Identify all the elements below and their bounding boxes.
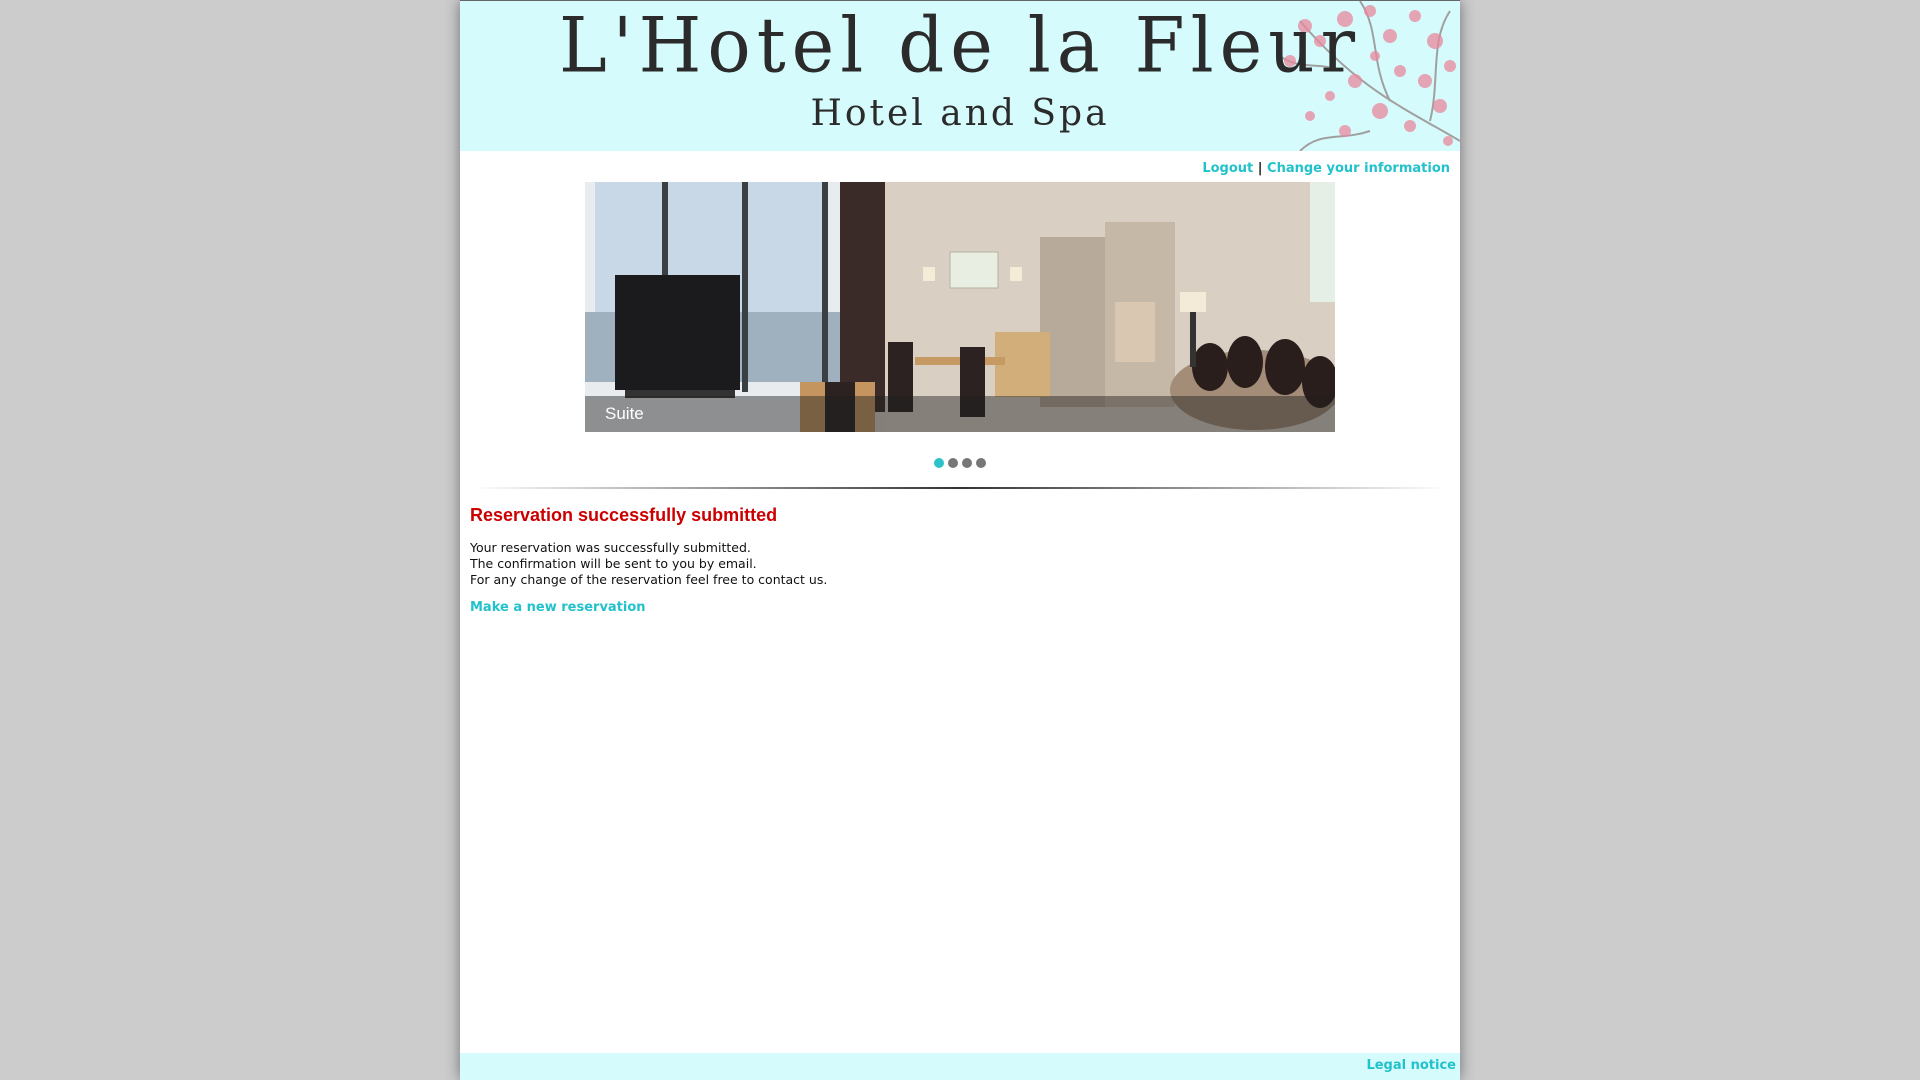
- confirmation-line-2: The confirmation will be sent to you by …: [470, 556, 757, 571]
- site-footer: Legal notice: [460, 1053, 1460, 1080]
- suite-photo: [585, 182, 1335, 432]
- site-header: L'Hotel de la Fleur Hotel and Spa: [460, 0, 1460, 151]
- logout-link[interactable]: Logout: [1202, 161, 1253, 176]
- site-title: L'Hotel de la Fleur: [558, 0, 1361, 90]
- legal-notice-link[interactable]: Legal notice: [1366, 1058, 1456, 1073]
- confirmation-section: Reservation successfully submitted Your …: [470, 505, 1450, 615]
- confirmation-line-1: Your reservation was successfully submit…: [470, 540, 751, 555]
- site-subtitle: Hotel and Spa: [810, 93, 1110, 134]
- link-separator: |: [1257, 161, 1263, 176]
- slider-dot-4[interactable]: [976, 458, 986, 468]
- confirmation-heading: Reservation successfully submitted: [470, 505, 778, 525]
- page-container: L'Hotel de la Fleur Hotel and Spa Logout…: [460, 0, 1460, 1080]
- slider-dot-2[interactable]: [948, 458, 958, 468]
- slider-dot-1[interactable]: [934, 458, 944, 468]
- confirmation-message: Your reservation was successfully submit…: [470, 540, 1450, 588]
- slider-dot-3[interactable]: [962, 458, 972, 468]
- slide-caption: Suite: [585, 396, 1335, 432]
- change-information-link[interactable]: Change your information: [1267, 161, 1450, 176]
- content-divider: [472, 487, 1448, 489]
- slider-pagination: [460, 458, 1460, 468]
- confirmation-line-3: For any change of the reservation feel f…: [470, 572, 828, 587]
- account-links: Logout | Change your information: [1202, 161, 1450, 176]
- make-new-reservation-link[interactable]: Make a new reservation: [470, 600, 646, 615]
- room-image-slider[interactable]: Suite: [585, 182, 1335, 432]
